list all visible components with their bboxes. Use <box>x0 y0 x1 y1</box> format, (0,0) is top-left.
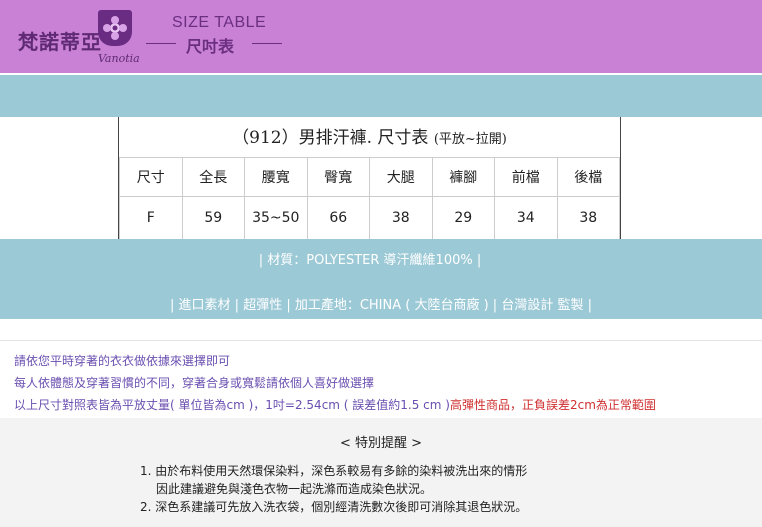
value-cell-size: F <box>119 196 183 240</box>
note-line-3-warning: 高彈性商品，正負誤差2cm為正常範圍 <box>449 398 656 412</box>
header-cell-hip: 臀寬 <box>306 157 370 197</box>
value-cell-thigh: 38 <box>369 196 433 240</box>
value-cell-length: 59 <box>181 196 245 240</box>
size-table-title-main: （912）男排汗褲. 尺寸表 <box>232 128 429 148</box>
size-table-grid: 尺寸 全長 腰寬 臀寬 大腿 褲腳 前檔 後檔 F 59 35~50 66 38… <box>119 157 620 240</box>
value-cell-back-rise: 38 <box>556 196 620 240</box>
header-cell-thigh: 大腿 <box>369 157 433 197</box>
brand-logo-icon <box>98 10 132 46</box>
size-table-heading-en: SIZE TABLE <box>172 14 267 31</box>
size-table-row: F 59 35~50 66 38 29 34 38 <box>119 196 620 240</box>
features-text: | 進口素材 | 超彈性 | 加工產地：CHINA ( 大陸台商廠 ) | 台灣… <box>170 298 592 313</box>
note-line-1: 請依您平時穿著的衣衣做依據來選擇即可 <box>14 354 231 368</box>
header-cell-back-rise: 後檔 <box>556 157 620 197</box>
header-cell-waist: 腰寬 <box>244 157 308 197</box>
header-cell-length: 全長 <box>181 157 245 197</box>
note-line-3-main: 以上尺寸對照表皆為平放丈量( 單位皆為cm )，1吋=2.54cm ( 誤差值約… <box>14 398 450 412</box>
size-table-title-note: (平放~拉開) <box>433 132 507 147</box>
header-cell-size: 尺寸 <box>119 157 183 197</box>
reminder-item-1-continued: 因此建議避免與淺色衣物一起洗滌而造成染色狀況。 <box>156 482 433 496</box>
value-cell-hem: 29 <box>431 196 495 240</box>
size-table-heading-zh: 尺吋表 <box>186 37 235 56</box>
value-cell-waist: 35~50 <box>244 196 308 240</box>
top-color-band <box>0 75 762 117</box>
reminder-title: < 特別提醒 > <box>339 436 423 451</box>
note-line-3: 以上尺寸對照表皆為平放丈量( 單位皆為cm )，1吋=2.54cm ( 誤差值約… <box>14 396 656 413</box>
size-table-header-row: 尺寸 全長 腰寬 臀寬 大腿 褲腳 前檔 後檔 <box>119 157 620 197</box>
size-table-heading-zh-group: 尺吋表 <box>146 33 286 56</box>
value-cell-hip: 66 <box>306 196 370 240</box>
header-cell-hem: 褲腳 <box>431 157 495 197</box>
size-table-title: （912）男排汗褲. 尺寸表 (平放~拉開) <box>119 123 620 148</box>
heading-divider-right <box>252 43 282 44</box>
header-cell-front-rise: 前檔 <box>494 157 558 197</box>
note-line-2: 每人依體態及穿著習慣的不同，穿著合身或寬鬆請依個人喜好做選擇 <box>14 376 375 390</box>
brand-name: 梵諾蒂亞 <box>18 30 102 54</box>
value-cell-front-rise: 34 <box>494 196 558 240</box>
brand-logo-script: Vanotia <box>98 52 140 65</box>
flower-emblem-icon <box>103 16 127 40</box>
material-text: | 材質：POLYESTER 導汗纖維100% | <box>258 253 482 268</box>
header-banner: 梵諾蒂亞 Vanotia SIZE TABLE 尺吋表 <box>0 0 762 75</box>
reminder-item-1: 1. 由於布料使用天然環保染料，深色系較易有多餘的染料被洗出來的情形 <box>140 464 528 478</box>
reminder-item-2: 2. 深色系建議可先放入洗衣袋，個別經清洗數次後即可消除其退色狀況。 <box>140 500 528 514</box>
size-table: （912）男排汗褲. 尺寸表 (平放~拉開) 尺寸 全長 腰寬 臀寬 大腿 褲腳… <box>118 117 621 240</box>
heading-divider-left <box>146 43 176 44</box>
